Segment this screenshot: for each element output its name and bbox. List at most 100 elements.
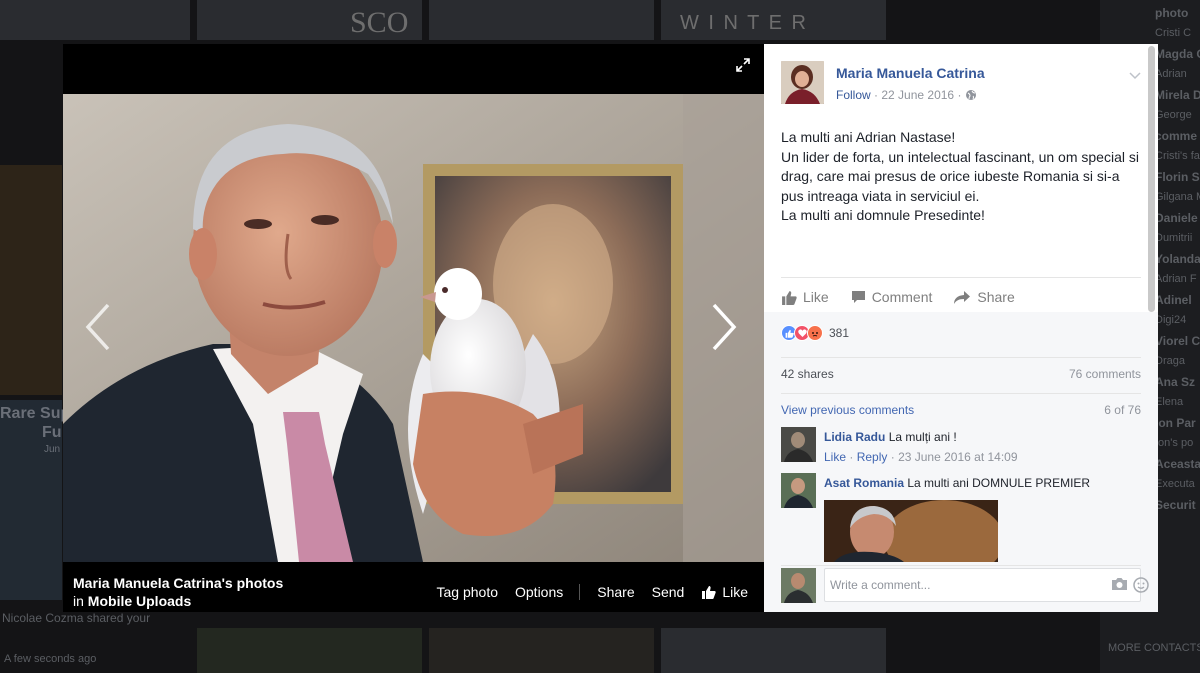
bg-tile [661, 628, 886, 673]
post-photo[interactable] [63, 94, 764, 562]
thumbs-up-icon [782, 290, 797, 305]
globe-icon[interactable] [965, 89, 977, 104]
view-previous-comments[interactable]: View previous comments 6 of 76 [781, 403, 1141, 417]
bg-contact-text: Digi24 [1155, 313, 1187, 326]
divider [781, 277, 1141, 278]
commenter-avatar[interactable] [781, 427, 816, 462]
divider [781, 393, 1141, 394]
options-button[interactable]: Options [515, 584, 563, 600]
tag-photo-button[interactable]: Tag photo [437, 584, 499, 600]
bg-fragment: Jun [44, 444, 61, 455]
bg-contact-text: George [1155, 108, 1192, 121]
bg-tile [0, 0, 190, 40]
emoji-icon[interactable] [1133, 577, 1149, 598]
follow-link[interactable]: Follow [836, 88, 871, 102]
bg-contact-text: Cristi's fa [1155, 149, 1200, 162]
comment-composer [781, 566, 1149, 603]
bg-fragment: Nicolae Cozma shared your [2, 611, 151, 625]
shares-count[interactable]: 42 shares [781, 367, 834, 381]
like-photo-button[interactable]: Like [701, 584, 748, 600]
reactions-summary[interactable]: 381 [781, 325, 849, 341]
like-post-label: Like [803, 289, 829, 305]
bg-tile [0, 165, 62, 395]
thumbs-up-icon [702, 586, 717, 599]
post-line: La multi ani Adrian Nastase! [781, 129, 956, 145]
bg-contact-text: Viorel C [1155, 334, 1200, 348]
bg-tile [197, 628, 422, 673]
bg-contact-text: Adinel [1155, 293, 1192, 307]
bg-tile-text: SCO [350, 6, 409, 39]
actions-divider [579, 584, 581, 600]
album-owner-link[interactable]: Maria Manuela Catrina's photos [73, 574, 283, 592]
comment-meta: Like · Reply · 23 June 2016 at 14:09 [824, 447, 1018, 467]
commenter-name[interactable]: Asat Romania [824, 476, 904, 490]
bg-contact-text: Elena [1155, 395, 1184, 408]
bg-contact-text: Ion Par [1155, 416, 1196, 430]
comments-count[interactable]: 76 comments [1069, 367, 1141, 381]
bg-contact-text: Florin S [1155, 170, 1200, 184]
divider [781, 357, 1141, 358]
comment-like-link[interactable]: Like [824, 450, 846, 464]
album-info: Maria Manuela Catrina's photos in Mobile… [73, 574, 283, 610]
comment-timestamp[interactable]: 23 June 2016 at 14:09 [898, 450, 1017, 464]
commenter-avatar[interactable] [781, 473, 816, 508]
meta-dot: · [849, 450, 857, 464]
comment-text: La mulți ani ! [888, 430, 957, 444]
commenter-name[interactable]: Lidia Radu [824, 430, 885, 444]
post-meta: Follow · 22 June 2016 · [836, 88, 977, 104]
bg-contact-text: Securit [1155, 498, 1196, 512]
comment-reply-link[interactable]: Reply [857, 450, 888, 464]
bg-fragment: Rare Sup [0, 405, 71, 422]
bg-contact-text: Mirela D [1155, 88, 1200, 102]
post-date[interactable]: 22 June 2016 [881, 88, 954, 102]
bg-contact-text: Magda G [1155, 47, 1200, 61]
share-arrow-icon [954, 291, 971, 304]
bg-contact-text: Dumitrii [1155, 231, 1193, 244]
reaction-count[interactable]: 381 [829, 326, 849, 340]
author-name[interactable]: Maria Manuela Catrina [836, 65, 985, 81]
bg-fragment: A few seconds ago [4, 653, 97, 665]
previous-photo-arrow[interactable] [83, 302, 113, 357]
author-avatar[interactable] [781, 61, 824, 104]
bg-more-contacts: MORE CONTACTS [1108, 642, 1200, 654]
bg-contact-text: Adrian F [1155, 272, 1197, 285]
bg-contact-text: Adrian [1155, 67, 1187, 80]
photo-actions: Tag photo Options Share Send Like [420, 584, 748, 600]
comment-text: La multi ani DOMNULE PREMIER [907, 476, 1091, 490]
album-prefix: in [73, 593, 84, 609]
comment-icon [851, 291, 865, 303]
like-post-button[interactable]: Like [781, 289, 829, 305]
meta-dot: · [957, 88, 965, 102]
fullscreen-icon[interactable] [736, 58, 750, 77]
bg-contact-text: Executa [1155, 477, 1195, 490]
share-post-button[interactable]: Share [954, 289, 1015, 305]
chevron-down-icon[interactable] [1129, 67, 1141, 85]
post-line: La multi ani domnule Presedinte! [781, 207, 985, 223]
bg-contact-text: Ana Sz [1155, 375, 1196, 389]
post-action-bar: Like Comment Share [781, 287, 1037, 307]
comment-body: Asat Romania La multi ani DOMNULE PREMIE… [824, 473, 1090, 493]
angry-reaction-icon [807, 325, 823, 341]
comment-item: Lidia Radu La mulți ani ! Like · Reply ·… [781, 427, 1141, 467]
bg-contact-text: photo [1155, 6, 1189, 20]
post-header: Maria Manuela Catrina Follow · 22 June 2… [781, 61, 1141, 105]
share-photo-button[interactable]: Share [597, 584, 634, 600]
next-photo-arrow[interactable] [709, 302, 739, 357]
bg-contact-text: Gilgana M [1155, 190, 1200, 203]
post-line: Un lider de forta, un intelectual fascin… [781, 148, 1139, 204]
post-message: La multi ani Adrian Nastase! Un lider de… [781, 128, 1141, 226]
shares-line: 42 shares 76 comments [781, 367, 1141, 381]
comment-post-button[interactable]: Comment [851, 289, 932, 305]
bg-contact-text: Cristi C [1155, 26, 1192, 39]
bg-contact-text: Aceasta [1155, 457, 1200, 471]
comment-attached-photo[interactable] [824, 500, 998, 562]
album-name-link[interactable]: Mobile Uploads [88, 593, 191, 609]
send-photo-button[interactable]: Send [652, 584, 685, 600]
camera-icon[interactable] [1111, 577, 1128, 596]
like-photo-label: Like [722, 584, 748, 600]
panel-scrollbar[interactable] [1148, 46, 1155, 312]
current-user-avatar[interactable] [781, 568, 816, 603]
comment-item: Asat Romania La multi ani DOMNULE PREMIE… [781, 473, 1141, 562]
share-post-label: Share [977, 289, 1015, 305]
comment-input[interactable] [824, 568, 1141, 602]
